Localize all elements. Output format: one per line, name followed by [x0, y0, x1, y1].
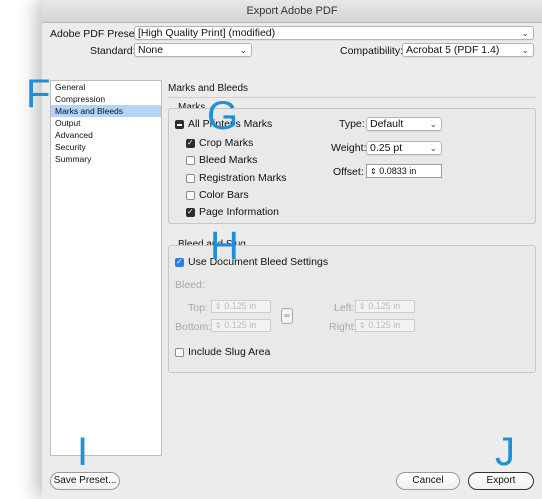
registration-marks-label: Registration Marks	[199, 172, 287, 184]
stepper-arrows-icon: ⇕	[359, 302, 366, 311]
offset-label: Offset:	[333, 166, 364, 178]
stepper-arrows-icon[interactable]: ⇕	[370, 167, 377, 176]
preset-value: [High Quality Print] (modified)	[138, 27, 276, 39]
sidebar-item-security[interactable]: Security	[51, 141, 161, 153]
preset-label: Adobe PDF Preset:	[50, 28, 141, 40]
left-label: Left:	[334, 302, 355, 314]
chevron-down-icon: ⌄	[521, 45, 529, 55]
annotation-marker-f: F	[26, 72, 51, 116]
standard-value: None	[138, 44, 164, 56]
standard-label: Standard:	[90, 45, 136, 57]
crop-marks-label: Crop Marks	[199, 137, 254, 149]
right-stepper[interactable]: ⇕ 0.125 in	[355, 319, 415, 332]
sidebar-item-compression[interactable]: Compression	[51, 93, 161, 105]
bottom-stepper[interactable]: ⇕ 0.125 in	[211, 319, 271, 332]
compatibility-select[interactable]: Acrobat 5 (PDF 1.4) ⌄	[402, 43, 534, 57]
chevron-down-icon: ⌄	[521, 28, 529, 38]
offset-stepper[interactable]: ⇕ 0.0833 in	[366, 164, 442, 178]
type-label: Type:	[339, 118, 365, 130]
section-sidebar: General Compression Marks and Bleeds Out…	[50, 80, 162, 456]
annotation-marker-h: H	[210, 224, 239, 268]
type-select[interactable]: Default ⌄	[366, 117, 442, 131]
use-document-bleed-checkbox[interactable]	[175, 257, 184, 267]
include-slug-label: Include Slug Area	[188, 346, 271, 358]
stepper-arrows-icon: ⇕	[215, 302, 222, 311]
content-title: Marks and Bleeds	[168, 83, 249, 94]
chain-link-icon[interactable]: ∞	[281, 308, 293, 324]
color-bars-label: Color Bars	[199, 189, 249, 201]
export-button[interactable]: Export	[468, 472, 534, 490]
weight-label: Weight:	[331, 142, 367, 154]
preset-select[interactable]: [High Quality Print] (modified) ⌄	[134, 26, 534, 40]
top-value: 0.125 in	[224, 301, 257, 311]
sidebar-item-general[interactable]: General	[51, 81, 161, 93]
right-label: Right:	[329, 321, 357, 333]
color-bars-checkbox[interactable]	[186, 191, 195, 200]
bottom-value: 0.125 in	[224, 320, 257, 330]
chevron-down-icon: ⌄	[239, 45, 247, 55]
crop-marks-checkbox[interactable]	[186, 138, 195, 148]
sidebar-item-marks-and-bleeds[interactable]: Marks and Bleeds	[51, 105, 161, 117]
offset-value: 0.0833 in	[379, 166, 417, 176]
top-stepper[interactable]: ⇕ 0.125 in	[211, 300, 271, 313]
sidebar-item-output[interactable]: Output	[51, 117, 161, 129]
save-preset-button[interactable]: Save Preset...	[50, 472, 120, 490]
bottom-label: Bottom:	[175, 321, 212, 333]
bleed-marks-label: Bleed Marks	[199, 154, 258, 166]
chevron-down-icon: ⌄	[429, 143, 437, 153]
left-value: 0.125 in	[368, 301, 401, 311]
bleed-marks-checkbox[interactable]	[186, 156, 195, 165]
stepper-arrows-icon: ⇕	[215, 321, 222, 330]
compatibility-value: Acrobat 5 (PDF 1.4)	[406, 44, 500, 56]
sidebar-item-summary[interactable]: Summary	[51, 153, 161, 165]
use-document-bleed-label: Use Document Bleed Settings	[188, 256, 329, 268]
weight-select[interactable]: 0.25 pt ⌄	[366, 141, 442, 155]
right-value: 0.125 in	[368, 320, 401, 330]
bleed-label: Bleed:	[175, 279, 205, 291]
annotation-marker-i: I	[77, 430, 89, 474]
top-label: Top:	[188, 302, 208, 314]
page-information-label: Page Information	[199, 206, 279, 218]
export-pdf-dialog: Export Adobe PDF Adobe PDF Preset: [High…	[42, 0, 542, 499]
page-information-checkbox[interactable]	[186, 207, 195, 217]
annotation-marker-j: J	[495, 430, 515, 474]
sidebar-item-advanced[interactable]: Advanced	[51, 129, 161, 141]
left-stepper[interactable]: ⇕ 0.125 in	[355, 300, 415, 313]
window-title: Export Adobe PDF	[42, 0, 542, 23]
annotation-marker-g: G	[207, 94, 239, 138]
registration-marks-checkbox[interactable]	[186, 174, 195, 183]
chevron-down-icon: ⌄	[429, 119, 437, 129]
all-printers-marks-checkbox[interactable]	[175, 120, 184, 129]
compatibility-label: Compatibility:	[340, 45, 404, 57]
weight-value: 0.25 pt	[370, 142, 403, 154]
stepper-arrows-icon: ⇕	[359, 321, 366, 330]
standard-select[interactable]: None ⌄	[134, 43, 252, 57]
include-slug-checkbox[interactable]	[175, 348, 184, 357]
cancel-button[interactable]: Cancel	[396, 472, 460, 490]
type-value: Default	[370, 118, 404, 130]
